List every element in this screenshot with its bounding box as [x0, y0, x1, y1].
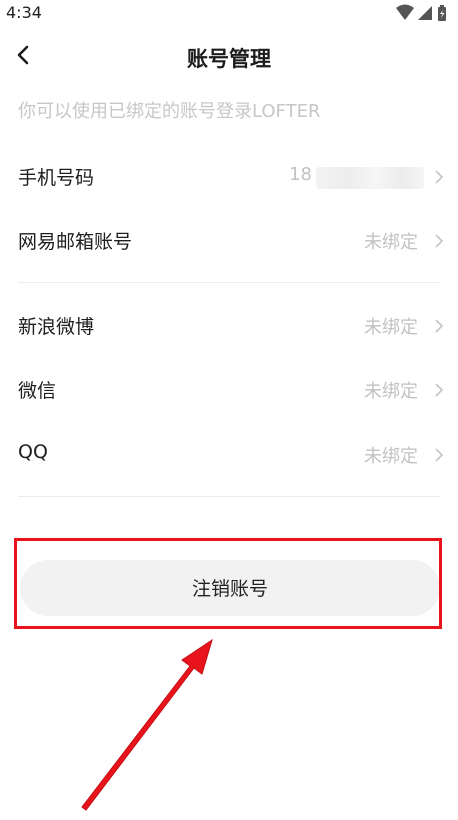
section-divider — [18, 282, 440, 283]
signal-icon — [418, 6, 432, 20]
highlight-box — [14, 538, 442, 629]
status-bar: 4:34 — [0, 0, 458, 26]
row-label: QQ — [18, 441, 48, 463]
row-label: 手机号码 — [18, 167, 95, 189]
bind-status: 未绑定 — [364, 446, 418, 467]
nav-bar: 账号管理 — [0, 30, 458, 82]
chevron-right-icon — [435, 319, 444, 333]
bind-status: 未绑定 — [364, 381, 418, 402]
login-hint: 你可以使用已绑定的账号登录LOFTER — [18, 101, 321, 122]
phone-value: 18 — [289, 164, 312, 185]
account-row-email[interactable]: 网易邮箱账号 未绑定 — [0, 209, 458, 273]
chevron-right-icon — [435, 170, 444, 184]
account-row-qq[interactable]: QQ 未绑定 — [0, 423, 458, 487]
wifi-icon — [396, 4, 414, 20]
status-icons — [396, 4, 446, 21]
chevron-right-icon — [435, 383, 444, 397]
masked-phone-number — [316, 167, 424, 189]
bind-status: 未绑定 — [364, 317, 418, 338]
row-label: 新浪微博 — [18, 316, 95, 338]
chevron-right-icon — [435, 234, 444, 248]
row-label: 微信 — [18, 380, 57, 402]
status-time: 4:34 — [6, 3, 42, 22]
bind-status: 未绑定 — [364, 232, 418, 253]
battery-icon — [438, 5, 446, 21]
chevron-right-icon — [435, 448, 444, 462]
section-divider — [18, 496, 440, 497]
account-row-weibo[interactable]: 新浪微博 未绑定 — [0, 294, 458, 358]
page-title: 账号管理 — [187, 47, 271, 71]
row-label: 网易邮箱账号 — [18, 231, 133, 253]
account-row-wechat[interactable]: 微信 未绑定 — [0, 358, 458, 422]
